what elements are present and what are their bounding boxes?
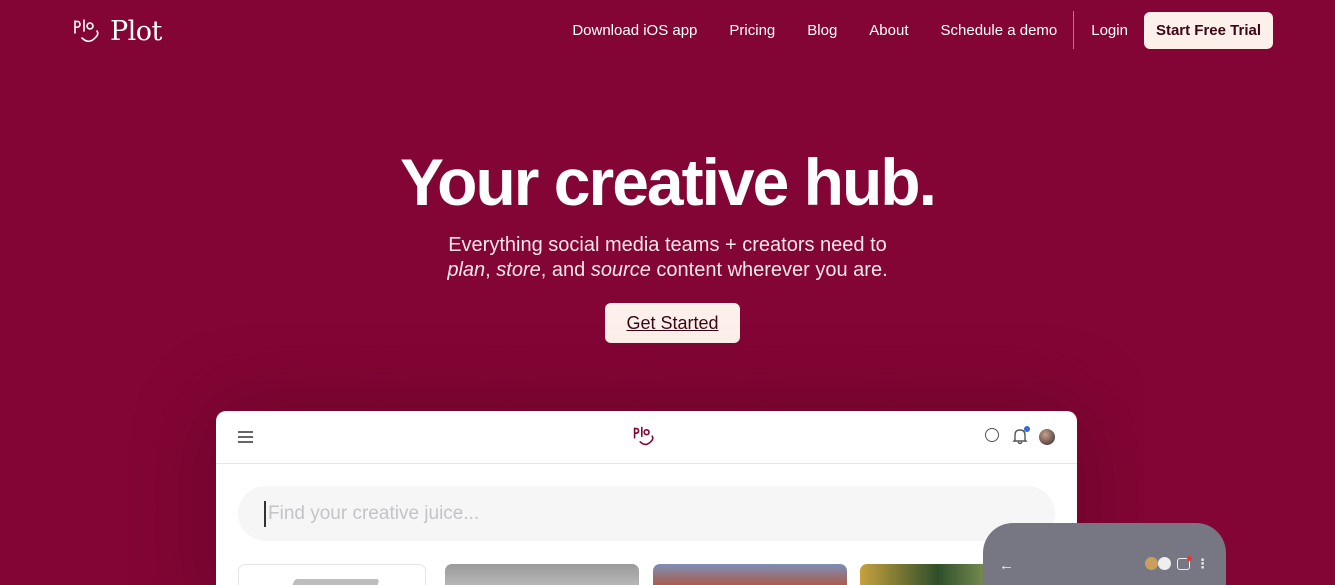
- get-started-button[interactable]: Get Started: [605, 303, 740, 343]
- content-tile[interactable]: [238, 564, 426, 585]
- hero-subtitle: Everything social media teams + creators…: [0, 233, 1335, 283]
- mockup-search-input[interactable]: Find your creative juice...: [238, 486, 1055, 541]
- more-options-icon[interactable]: ⋮: [1196, 557, 1209, 570]
- app-mockup: Find your creative juice...: [216, 411, 1077, 585]
- menu-icon[interactable]: [238, 431, 253, 446]
- login-link[interactable]: Login: [1091, 22, 1128, 39]
- logo-wordmark: Plot: [110, 16, 162, 47]
- avatar[interactable]: [1039, 428, 1055, 445]
- hero-word-store: store: [496, 259, 541, 281]
- hero-subtitle-line1: Everything social media teams + creators…: [448, 234, 887, 256]
- nav-pricing[interactable]: Pricing: [729, 22, 775, 39]
- nav-schedule-demo[interactable]: Schedule a demo: [941, 22, 1058, 39]
- hero-subtitle-tail: content wherever you are.: [650, 259, 888, 281]
- hero-word-source: source: [590, 259, 651, 281]
- hero-sep2: , and: [540, 259, 591, 281]
- nav-download-ios[interactable]: Download iOS app: [572, 22, 697, 39]
- back-arrow-icon[interactable]: ←: [999, 557, 1014, 574]
- search-placeholder: Find your creative juice...: [268, 502, 480, 524]
- nav-divider: [1073, 11, 1075, 49]
- phone-header-icons: ⋮: [1145, 555, 1209, 570]
- mockup-header: [216, 411, 1077, 464]
- hero-word-plan: plan: [447, 259, 486, 281]
- plot-logo-icon: [74, 18, 99, 42]
- bell-icon[interactable]: [1012, 426, 1030, 445]
- hero-sep1: ,: [485, 259, 497, 281]
- mockup-header-icons: [985, 426, 1055, 445]
- message-icon[interactable]: [1177, 555, 1192, 570]
- hero-title: Your creative hub.: [400, 145, 937, 219]
- start-free-trial-button[interactable]: Start Free Trial: [1143, 11, 1273, 49]
- plot-logo[interactable]: Plot: [72, 16, 162, 47]
- avatar: [1145, 557, 1158, 570]
- add-collaborator-icon[interactable]: [1158, 557, 1171, 570]
- top-nav: Download iOS app Pricing Blog About Sche…: [572, 11, 1273, 49]
- text-caret: [264, 500, 266, 527]
- nav-blog[interactable]: Blog: [807, 22, 837, 39]
- nav-about[interactable]: About: [869, 22, 908, 39]
- content-tile[interactable]: [653, 564, 847, 585]
- plot-logo-icon: [633, 426, 654, 446]
- content-tile[interactable]: [445, 564, 639, 585]
- search-icon[interactable]: [985, 428, 1002, 445]
- phone-mockup: ← ⋮: [983, 523, 1226, 585]
